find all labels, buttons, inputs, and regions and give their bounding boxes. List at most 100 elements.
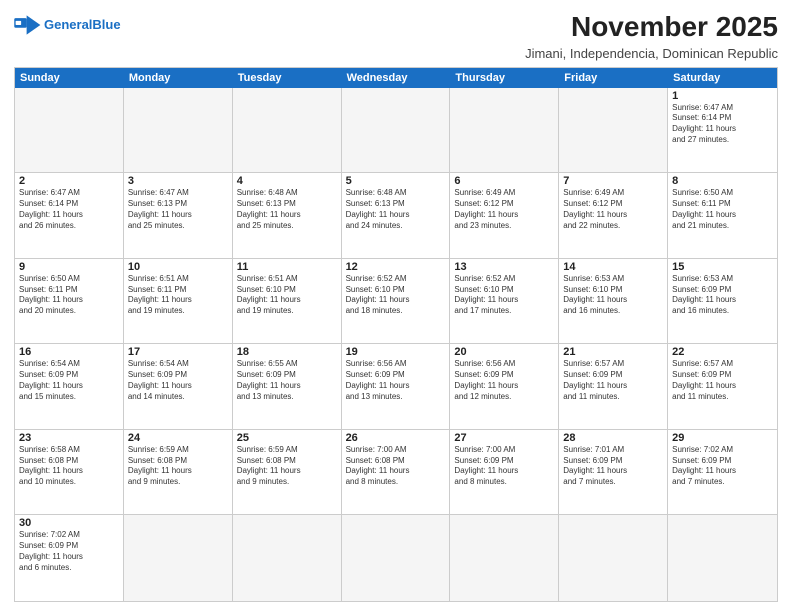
day-number: 23 xyxy=(19,432,119,444)
day-cell-4: 4Sunrise: 6:48 AM Sunset: 6:13 PM Daylig… xyxy=(233,173,342,259)
day-number: 21 xyxy=(563,346,663,358)
day-cell-9: 9Sunrise: 6:50 AM Sunset: 6:11 PM Daylig… xyxy=(15,259,124,345)
day-cell-14: 14Sunrise: 6:53 AM Sunset: 6:10 PM Dayli… xyxy=(559,259,668,345)
page: GeneralBlue November 2025 Jimani, Indepe… xyxy=(0,0,792,612)
day-cell-23: 23Sunrise: 6:58 AM Sunset: 6:08 PM Dayli… xyxy=(15,430,124,516)
logo-blue: Blue xyxy=(92,17,120,32)
day-cell-22: 22Sunrise: 6:57 AM Sunset: 6:09 PM Dayli… xyxy=(668,344,777,430)
day-number: 13 xyxy=(454,261,554,273)
day-number: 2 xyxy=(19,175,119,187)
day-info: Sunrise: 6:47 AM Sunset: 6:14 PM Dayligh… xyxy=(672,103,773,146)
day-number: 29 xyxy=(672,432,773,444)
day-number: 28 xyxy=(563,432,663,444)
day-cell-empty xyxy=(342,88,451,174)
day-cell-26: 26Sunrise: 7:00 AM Sunset: 6:08 PM Dayli… xyxy=(342,430,451,516)
day-info: Sunrise: 6:59 AM Sunset: 6:08 PM Dayligh… xyxy=(128,445,228,488)
day-cell-7: 7Sunrise: 6:49 AM Sunset: 6:12 PM Daylig… xyxy=(559,173,668,259)
day-info: Sunrise: 6:54 AM Sunset: 6:09 PM Dayligh… xyxy=(19,359,119,402)
day-info: Sunrise: 6:53 AM Sunset: 6:09 PM Dayligh… xyxy=(672,274,773,317)
day-header-wednesday: Wednesday xyxy=(342,68,451,88)
day-number: 18 xyxy=(237,346,337,358)
day-number: 9 xyxy=(19,261,119,273)
day-cell-empty xyxy=(342,515,451,601)
day-number: 11 xyxy=(237,261,337,273)
day-number: 7 xyxy=(563,175,663,187)
logo: GeneralBlue xyxy=(14,14,121,36)
day-info: Sunrise: 6:58 AM Sunset: 6:08 PM Dayligh… xyxy=(19,445,119,488)
day-cell-30: 30Sunrise: 7:02 AM Sunset: 6:09 PM Dayli… xyxy=(15,515,124,601)
day-cell-15: 15Sunrise: 6:53 AM Sunset: 6:09 PM Dayli… xyxy=(668,259,777,345)
day-number: 26 xyxy=(346,432,446,444)
day-number: 30 xyxy=(19,517,119,529)
logo-text: GeneralBlue xyxy=(44,18,121,32)
day-info: Sunrise: 6:50 AM Sunset: 6:11 PM Dayligh… xyxy=(672,188,773,231)
day-number: 8 xyxy=(672,175,773,187)
day-number: 25 xyxy=(237,432,337,444)
day-info: Sunrise: 6:51 AM Sunset: 6:11 PM Dayligh… xyxy=(128,274,228,317)
day-cell-empty xyxy=(15,88,124,174)
day-cell-empty xyxy=(559,515,668,601)
day-number: 16 xyxy=(19,346,119,358)
day-number: 14 xyxy=(563,261,663,273)
day-number: 22 xyxy=(672,346,773,358)
day-info: Sunrise: 6:48 AM Sunset: 6:13 PM Dayligh… xyxy=(346,188,446,231)
day-info: Sunrise: 6:57 AM Sunset: 6:09 PM Dayligh… xyxy=(672,359,773,402)
day-cell-10: 10Sunrise: 6:51 AM Sunset: 6:11 PM Dayli… xyxy=(124,259,233,345)
day-info: Sunrise: 6:56 AM Sunset: 6:09 PM Dayligh… xyxy=(346,359,446,402)
day-cell-empty xyxy=(559,88,668,174)
day-number: 4 xyxy=(237,175,337,187)
logo-general: General xyxy=(44,17,92,32)
day-cell-17: 17Sunrise: 6:54 AM Sunset: 6:09 PM Dayli… xyxy=(124,344,233,430)
day-info: Sunrise: 7:00 AM Sunset: 6:08 PM Dayligh… xyxy=(346,445,446,488)
day-info: Sunrise: 6:52 AM Sunset: 6:10 PM Dayligh… xyxy=(346,274,446,317)
day-headers: SundayMondayTuesdayWednesdayThursdayFrid… xyxy=(15,68,777,88)
day-number: 24 xyxy=(128,432,228,444)
day-header-sunday: Sunday xyxy=(15,68,124,88)
day-number: 19 xyxy=(346,346,446,358)
day-number: 17 xyxy=(128,346,228,358)
day-info: Sunrise: 6:50 AM Sunset: 6:11 PM Dayligh… xyxy=(19,274,119,317)
day-number: 12 xyxy=(346,261,446,273)
day-cell-28: 28Sunrise: 7:01 AM Sunset: 6:09 PM Dayli… xyxy=(559,430,668,516)
calendar: SundayMondayTuesdayWednesdayThursdayFrid… xyxy=(14,67,778,602)
day-header-thursday: Thursday xyxy=(450,68,559,88)
day-cell-6: 6Sunrise: 6:49 AM Sunset: 6:12 PM Daylig… xyxy=(450,173,559,259)
day-header-saturday: Saturday xyxy=(668,68,777,88)
day-number: 27 xyxy=(454,432,554,444)
day-cell-empty xyxy=(450,88,559,174)
day-info: Sunrise: 7:02 AM Sunset: 6:09 PM Dayligh… xyxy=(672,445,773,488)
day-cell-18: 18Sunrise: 6:55 AM Sunset: 6:09 PM Dayli… xyxy=(233,344,342,430)
day-cell-20: 20Sunrise: 6:56 AM Sunset: 6:09 PM Dayli… xyxy=(450,344,559,430)
day-info: Sunrise: 6:51 AM Sunset: 6:10 PM Dayligh… xyxy=(237,274,337,317)
day-cell-24: 24Sunrise: 6:59 AM Sunset: 6:08 PM Dayli… xyxy=(124,430,233,516)
day-info: Sunrise: 7:02 AM Sunset: 6:09 PM Dayligh… xyxy=(19,530,119,573)
day-info: Sunrise: 6:56 AM Sunset: 6:09 PM Dayligh… xyxy=(454,359,554,402)
day-info: Sunrise: 6:54 AM Sunset: 6:09 PM Dayligh… xyxy=(128,359,228,402)
day-info: Sunrise: 6:47 AM Sunset: 6:14 PM Dayligh… xyxy=(19,188,119,231)
day-number: 5 xyxy=(346,175,446,187)
day-number: 10 xyxy=(128,261,228,273)
month-title: November 2025 xyxy=(525,10,778,44)
day-cell-empty xyxy=(233,515,342,601)
day-cell-8: 8Sunrise: 6:50 AM Sunset: 6:11 PM Daylig… xyxy=(668,173,777,259)
subtitle: Jimani, Independencia, Dominican Republi… xyxy=(525,46,778,61)
day-info: Sunrise: 6:49 AM Sunset: 6:12 PM Dayligh… xyxy=(454,188,554,231)
day-info: Sunrise: 6:52 AM Sunset: 6:10 PM Dayligh… xyxy=(454,274,554,317)
day-header-friday: Friday xyxy=(559,68,668,88)
day-number: 15 xyxy=(672,261,773,273)
day-number: 6 xyxy=(454,175,554,187)
day-info: Sunrise: 7:00 AM Sunset: 6:09 PM Dayligh… xyxy=(454,445,554,488)
header: GeneralBlue November 2025 Jimani, Indepe… xyxy=(14,10,778,61)
day-cell-25: 25Sunrise: 6:59 AM Sunset: 6:08 PM Dayli… xyxy=(233,430,342,516)
day-cell-empty xyxy=(124,88,233,174)
title-section: November 2025 Jimani, Independencia, Dom… xyxy=(525,10,778,61)
day-info: Sunrise: 6:53 AM Sunset: 6:10 PM Dayligh… xyxy=(563,274,663,317)
day-header-monday: Monday xyxy=(124,68,233,88)
day-info: Sunrise: 6:47 AM Sunset: 6:13 PM Dayligh… xyxy=(128,188,228,231)
day-cell-empty xyxy=(124,515,233,601)
day-info: Sunrise: 6:49 AM Sunset: 6:12 PM Dayligh… xyxy=(563,188,663,231)
day-info: Sunrise: 6:55 AM Sunset: 6:09 PM Dayligh… xyxy=(237,359,337,402)
calendar-grid: 1Sunrise: 6:47 AM Sunset: 6:14 PM Daylig… xyxy=(15,88,777,601)
day-cell-13: 13Sunrise: 6:52 AM Sunset: 6:10 PM Dayli… xyxy=(450,259,559,345)
day-cell-12: 12Sunrise: 6:52 AM Sunset: 6:10 PM Dayli… xyxy=(342,259,451,345)
